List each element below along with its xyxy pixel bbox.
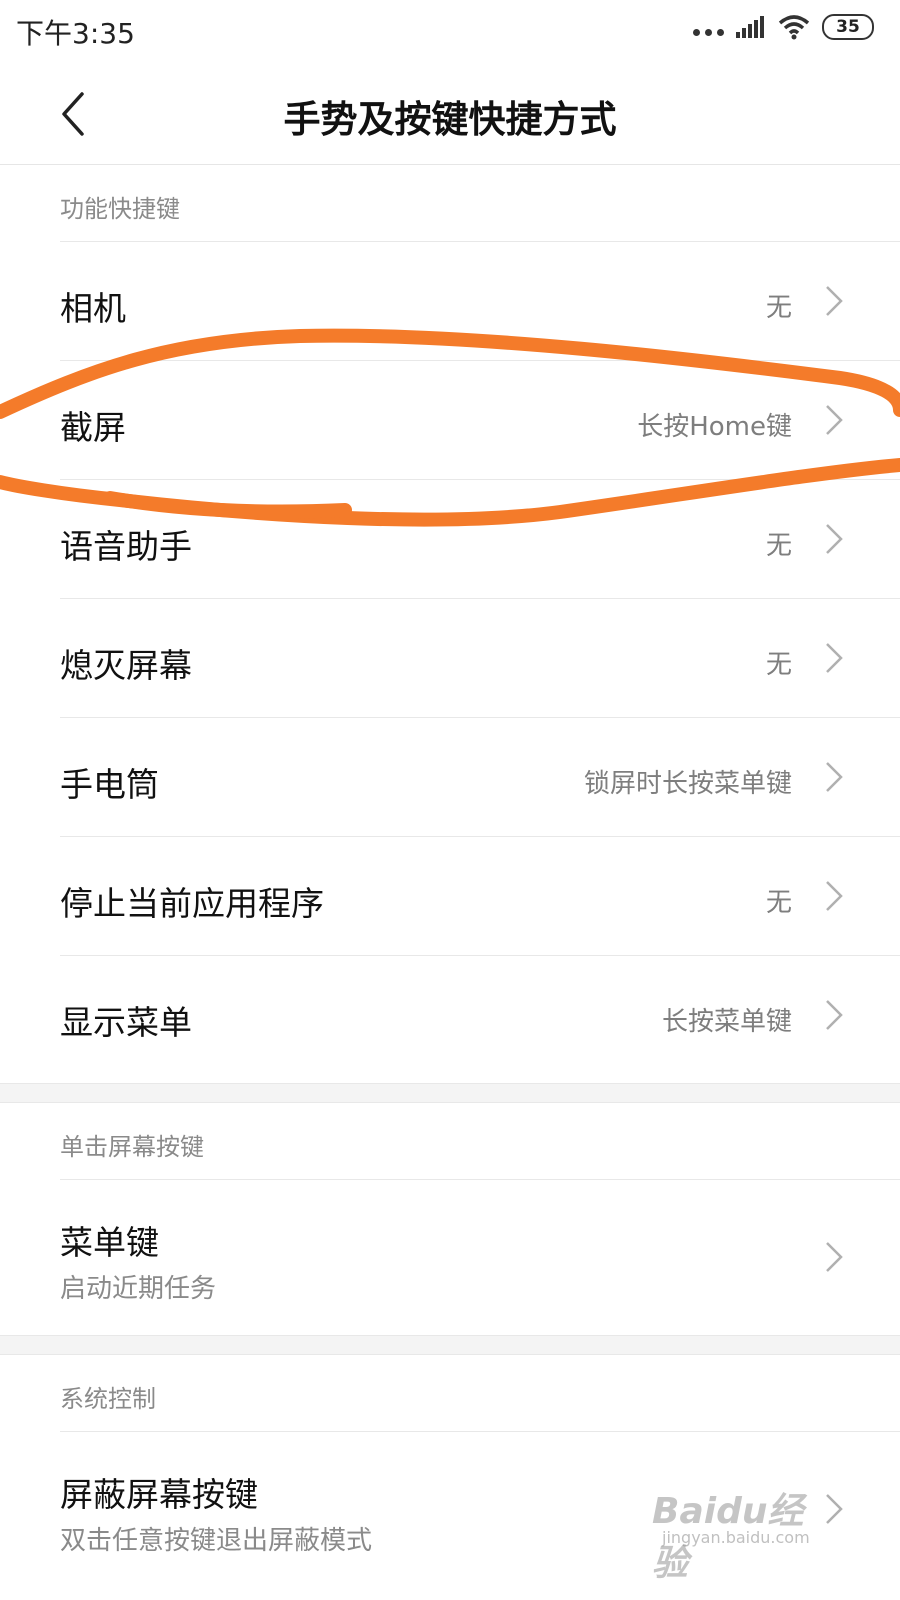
group-header-label: 单击屏幕按键 [60, 1133, 204, 1161]
group-function-shortcuts: 功能快捷键 相机 无 截屏 长按Home键 语音助手 无 熄灭屏幕 无 手电筒 … [0, 165, 900, 1074]
signal-icon [736, 16, 764, 38]
more-dots-icon [693, 15, 724, 39]
status-icons: 35 [693, 14, 874, 40]
chevron-right-icon [826, 1000, 843, 1030]
row-subtitle: 启动近期任务 [60, 1274, 217, 1304]
title-bar: 手势及按键快捷方式 [0, 64, 900, 165]
row-flashlight[interactable]: 手电筒 锁屏时长按菜单键 [60, 717, 900, 836]
row-label: 相机 [60, 289, 126, 328]
row-label: 手电筒 [60, 765, 159, 804]
row-camera[interactable]: 相机 无 [60, 241, 900, 360]
row-label: 语音助手 [60, 527, 192, 566]
group-header: 单击屏幕按键 [0, 1103, 900, 1179]
row-value: 锁屏时长按菜单键 [583, 769, 792, 799]
group-header: 系统控制 [0, 1355, 900, 1431]
row-screenshot[interactable]: 截屏 长按Home键 [60, 360, 900, 479]
row-value: 无 [765, 293, 792, 323]
section-separator [0, 1335, 900, 1355]
row-label: 菜单键 [60, 1223, 159, 1262]
chevron-right-icon [826, 286, 843, 316]
row-menu-key[interactable]: 菜单键 启动近期任务 [60, 1179, 900, 1332]
row-label: 熄灭屏幕 [60, 646, 192, 685]
row-label: 显示菜单 [60, 1003, 192, 1042]
chevron-right-icon [826, 643, 843, 673]
chevron-right-icon [826, 1242, 843, 1272]
row-label: 屏蔽屏幕按键 [60, 1475, 258, 1514]
group-header-label: 功能快捷键 [60, 195, 180, 223]
wifi-icon [778, 15, 810, 40]
chevron-right-icon [826, 524, 843, 554]
chevron-right-icon [826, 405, 843, 435]
section-separator [0, 1083, 900, 1103]
status-bar: 下午3:35 35 [0, 0, 900, 64]
row-show-menu[interactable]: 显示菜单 长按菜单键 [60, 955, 900, 1074]
battery-icon: 35 [822, 14, 874, 40]
group-tap-screen-keys: 单击屏幕按键 菜单键 启动近期任务 [0, 1103, 900, 1332]
row-stop-current-app[interactable]: 停止当前应用程序 无 [60, 836, 900, 955]
baidu-watermark: Baidu经验 jingyan.baidu.com [652, 1470, 832, 1584]
settings-screen: 下午3:35 35 手势及按键快捷方式 功能快捷键 相机 无 截屏 长按Home… [0, 0, 900, 1600]
row-value: 无 [765, 531, 792, 561]
row-label: 截屏 [60, 408, 126, 447]
row-value: 长按菜单键 [661, 1007, 792, 1037]
page-title: 手势及按键快捷方式 [283, 98, 617, 141]
row-subtitle: 双击任意按键退出屏蔽模式 [60, 1526, 373, 1556]
chevron-right-icon [826, 762, 843, 792]
chevron-right-icon [826, 881, 843, 911]
row-value: 长按Home键 [637, 412, 792, 442]
group-header-label: 系统控制 [60, 1385, 156, 1413]
status-time: 下午3:35 [16, 17, 135, 50]
row-turn-off-screen[interactable]: 熄灭屏幕 无 [60, 598, 900, 717]
row-label: 停止当前应用程序 [60, 884, 324, 923]
row-value: 无 [765, 888, 792, 918]
group-header: 功能快捷键 [0, 165, 900, 241]
row-value: 无 [765, 650, 792, 680]
row-voice-assistant[interactable]: 语音助手 无 [60, 479, 900, 598]
watermark-sub: jingyan.baidu.com [662, 1528, 810, 1547]
